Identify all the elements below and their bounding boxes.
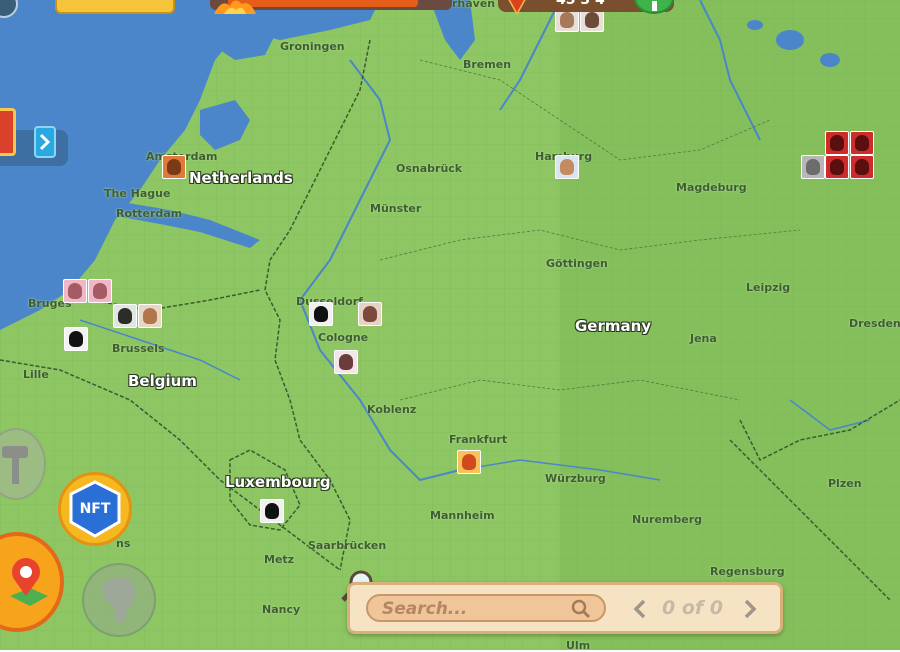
- continent-africa-button[interactable]: [82, 563, 156, 637]
- country-label-belgium: Belgium: [128, 372, 197, 390]
- search-icon[interactable]: [571, 599, 591, 619]
- player-avatar[interactable]: [260, 499, 284, 523]
- plus-icon: [652, 1, 657, 11]
- player-avatar[interactable]: [555, 155, 579, 179]
- city-label: Bremen: [463, 58, 512, 71]
- chevron-right-icon: [34, 126, 56, 158]
- city-label: Nancy: [262, 603, 301, 616]
- city-label: Magdeburg: [676, 181, 747, 194]
- city-label: Regensburg: [710, 565, 785, 578]
- city-label: Ulm: [566, 639, 591, 652]
- search-panel: 0 of 0: [347, 582, 783, 634]
- city-label: Metz: [264, 553, 295, 566]
- hammer-icon: [2, 446, 28, 484]
- currency-count: 45 3 4: [556, 0, 605, 8]
- player-avatar[interactable]: [358, 302, 382, 326]
- player-avatar[interactable]: [825, 155, 849, 179]
- resource-button[interactable]: [55, 0, 175, 14]
- city-label: Plzen: [828, 477, 862, 490]
- next-result-button[interactable]: [740, 597, 760, 621]
- city-label: Würzburg: [545, 472, 606, 485]
- city-label: Groningen: [280, 40, 345, 53]
- city-label: rhaven: [452, 0, 496, 10]
- city-label: Frankfurt: [449, 433, 508, 446]
- player-avatar[interactable]: [457, 450, 481, 474]
- country-label-netherlands: Netherlands: [189, 169, 293, 187]
- location-pin-icon: [10, 558, 48, 606]
- nft-button[interactable]: NFT: [58, 472, 132, 546]
- city-label: Osnabrück: [396, 162, 463, 175]
- search-input[interactable]: [380, 598, 564, 620]
- city-label: Cologne: [318, 331, 369, 344]
- search-result-count: 0 of 0: [662, 597, 723, 619]
- map-canvas[interactable]: Netherlands Belgium Germany Luxembourg G…: [0, 0, 900, 652]
- city-label: Lille: [23, 368, 49, 381]
- chevron-left-icon: [633, 599, 646, 619]
- nft-label: NFT: [79, 501, 111, 517]
- player-avatar[interactable]: [88, 279, 112, 303]
- player-avatar[interactable]: [334, 350, 358, 374]
- city-label: Göttingen: [546, 257, 608, 270]
- africa-icon: [102, 577, 136, 623]
- city-label: ns: [116, 537, 131, 550]
- search-field[interactable]: [366, 594, 606, 622]
- player-avatar[interactable]: [63, 279, 87, 303]
- player-avatar[interactable]: [138, 304, 162, 328]
- player-avatar[interactable]: [850, 131, 874, 155]
- player-avatar[interactable]: [162, 155, 186, 179]
- city-label: Leipzig: [746, 281, 791, 294]
- previous-result-button[interactable]: [630, 597, 650, 621]
- city-label: The Hague: [104, 187, 171, 200]
- city-label: Mannheim: [430, 509, 495, 522]
- player-avatar[interactable]: [825, 131, 849, 155]
- city-label: Brussels: [112, 342, 165, 355]
- gem-icon: [505, 0, 529, 16]
- player-avatar[interactable]: [801, 155, 825, 179]
- chevron-right-icon: [744, 599, 757, 619]
- fire-icon: [210, 0, 260, 14]
- city-label: Nuremberg: [632, 513, 703, 526]
- player-avatar[interactable]: [64, 327, 88, 351]
- player-avatar[interactable]: [113, 304, 137, 328]
- country-label-germany: Germany: [575, 317, 652, 335]
- city-label: Saarbrücken: [308, 539, 387, 552]
- player-avatar[interactable]: [850, 155, 874, 179]
- city-label: Koblenz: [367, 403, 417, 416]
- city-label: Dresden: [849, 317, 900, 330]
- city-label: Rotterdam: [116, 207, 183, 220]
- city-label: Jena: [690, 332, 717, 345]
- player-avatar[interactable]: [309, 302, 333, 326]
- city-label: Münster: [370, 202, 422, 215]
- quest-scroll-icon[interactable]: [0, 108, 16, 156]
- country-label-luxembourg: Luxembourg: [225, 473, 331, 491]
